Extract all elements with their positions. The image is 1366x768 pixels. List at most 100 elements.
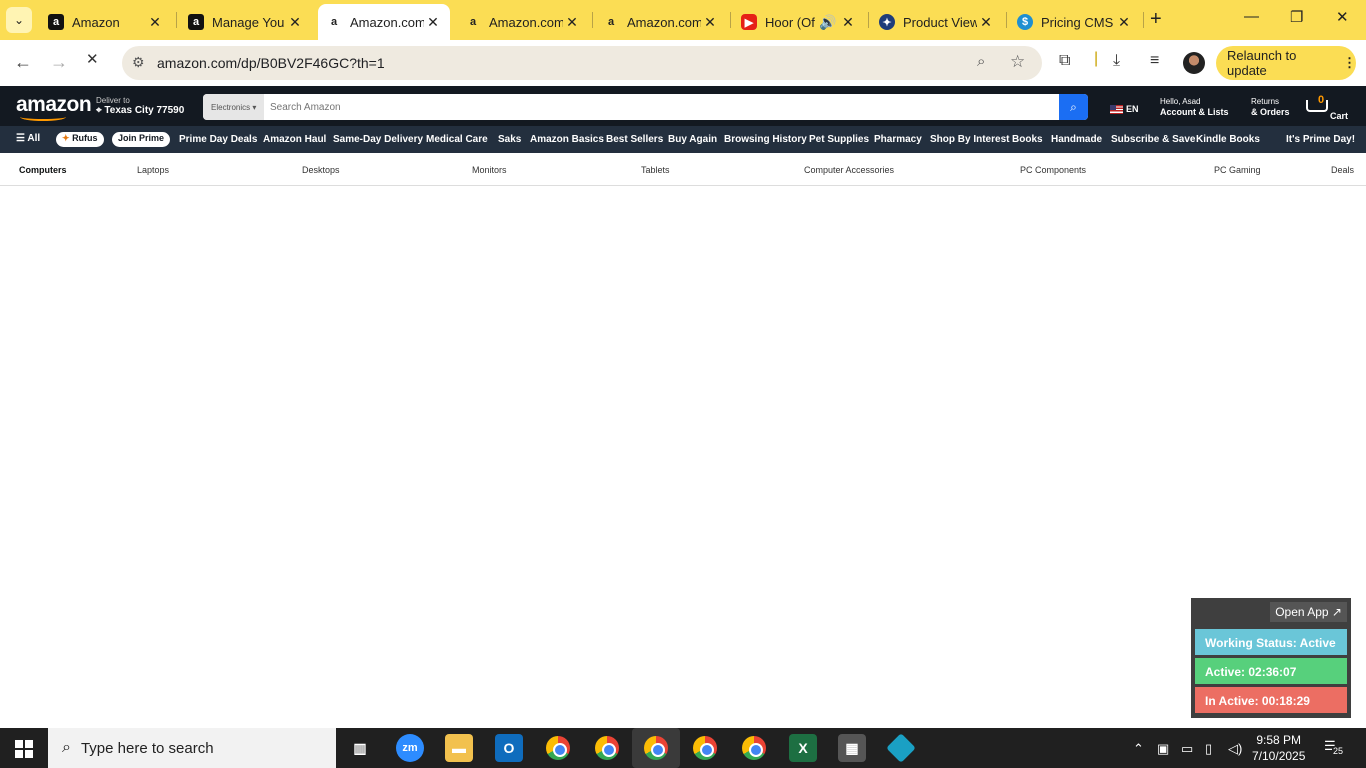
subnav-item[interactable]: Pharmacy <box>874 134 922 145</box>
amazon-logo[interactable]: amazon <box>16 93 92 121</box>
address-bar[interactable]: ⚙ amazon.com/dp/B0BV2F46GC?th=1 ⌕ ☆ <box>122 46 1042 80</box>
url-text[interactable]: amazon.com/dp/B0BV2F46GC?th=1 <box>157 55 385 71</box>
subnav-item[interactable]: Medical Care <box>426 134 488 145</box>
category-laptops[interactable]: Laptops <box>137 165 169 175</box>
all-label: All <box>27 133 41 144</box>
taskbar-search[interactable]: ⌕ Type here to search <box>48 728 336 768</box>
file-explorer-icon[interactable]: ▬ <box>445 734 473 762</box>
account-menu[interactable]: Hello, Asad Account & Lists <box>1160 97 1229 117</box>
all-menu-button[interactable]: ☰ All <box>16 133 40 144</box>
subnav-item[interactable]: Subscribe & Save <box>1111 134 1195 145</box>
tab-5[interactable]: a Amazon.com ✕ <box>595 4 727 40</box>
chrome-icon[interactable] <box>544 734 572 762</box>
subnav-item[interactable]: Buy Again <box>668 134 717 145</box>
chrome-icon[interactable] <box>740 734 768 762</box>
new-tab-button[interactable]: + <box>1150 8 1162 31</box>
category-desktops[interactable]: Desktops <box>302 165 340 175</box>
subnav-item[interactable]: Saks <box>498 134 521 145</box>
relaunch-button[interactable]: Relaunch to update ⋮ <box>1216 46 1356 80</box>
subnav-item[interactable]: Kindle Books <box>1196 134 1260 145</box>
tab-6[interactable]: ▶ Hoor (Of 🔊 ✕ <box>733 4 865 40</box>
outlook-icon[interactable]: O <box>495 734 523 762</box>
network-icon[interactable]: ▯ <box>1205 741 1212 757</box>
zoom-app-icon[interactable]: zm <box>396 734 424 762</box>
speaker-icon[interactable]: 🔊 <box>817 14 839 31</box>
tab-8[interactable]: $ Pricing CMS ✕ <box>1009 4 1141 40</box>
profile-avatar[interactable] <box>1183 52 1205 74</box>
tab-7[interactable]: ✦ Product View ✕ <box>871 4 1003 40</box>
notification-center[interactable]: ☰ 25 <box>1324 738 1345 756</box>
bookmark-star-icon[interactable]: ☆ <box>1010 52 1025 72</box>
restore-icon[interactable]: ❐ <box>1290 8 1303 26</box>
tab-title: Pricing CMS <box>1041 14 1114 30</box>
subnav-item[interactable]: Shop By Interest <box>930 134 1009 145</box>
task-view-icon[interactable]: ▥ <box>346 734 374 762</box>
close-icon[interactable]: ✕ <box>1115 14 1133 31</box>
subnav-item[interactable]: Handmade <box>1051 134 1102 145</box>
returns-orders[interactable]: Returns & Orders <box>1251 97 1290 117</box>
app-diamond-icon[interactable] <box>886 733 916 763</box>
prime-day-promo[interactable]: It's Prime Day! <box>1286 134 1355 145</box>
tab-4[interactable]: a Amazon.com ✕ <box>457 4 589 40</box>
close-icon[interactable]: ✕ <box>701 14 719 31</box>
media-control-icon[interactable]: ≡ <box>1150 52 1159 70</box>
cart-label: Cart <box>1330 111 1349 121</box>
tab-separator <box>1006 12 1007 28</box>
close-icon[interactable]: ✕ <box>424 14 442 31</box>
subnav-item[interactable]: Prime Day Deals <box>179 134 257 145</box>
chrome-icon[interactable] <box>691 734 719 762</box>
tab-3-active[interactable]: a Amazon.com ✕ <box>318 4 450 40</box>
chrome-icon[interactable] <box>593 734 621 762</box>
tab-1[interactable]: a Amazon ✕ <box>40 4 172 40</box>
category-pc-components[interactable]: PC Components <box>1020 165 1086 175</box>
battery-icon[interactable]: ▭ <box>1181 741 1193 757</box>
close-icon[interactable]: ✕ <box>286 14 304 31</box>
subnav-item[interactable]: Books <box>1012 134 1043 145</box>
system-clock[interactable]: 9:58 PM 7/10/2025 <box>1252 732 1305 764</box>
volume-icon[interactable]: ◁) <box>1228 741 1242 757</box>
category-computers[interactable]: Computers <box>19 165 67 175</box>
tray-app-icon[interactable]: ▣ <box>1157 741 1169 757</box>
zoom-icon[interactable]: ⌕ <box>977 53 985 70</box>
calculator-icon[interactable]: ▦ <box>838 734 866 762</box>
tab-search-button[interactable]: ⌄ <box>6 7 32 33</box>
category-monitors[interactable]: Monitors <box>472 165 507 175</box>
search-category-select[interactable]: Electronics ▾ <box>203 94 264 120</box>
window-close-icon[interactable]: ✕ <box>1336 8 1349 26</box>
forward-arrow-icon[interactable]: → <box>50 52 68 73</box>
chevron-up-icon[interactable]: ⌃ <box>1133 741 1144 757</box>
more-menu-icon[interactable]: ⋮ <box>1343 55 1356 71</box>
subnav-item[interactable]: Amazon Haul <box>263 134 326 145</box>
close-icon[interactable]: ✕ <box>839 14 857 31</box>
subnav-item[interactable]: Best Sellers <box>606 134 663 145</box>
excel-icon[interactable]: X <box>789 734 817 762</box>
close-icon[interactable]: ✕ <box>146 14 164 31</box>
stop-loading-icon[interactable]: ✕ <box>86 52 100 67</box>
tab-2[interactable]: a Manage You ✕ <box>180 4 312 40</box>
category-tablets[interactable]: Tablets <box>641 165 670 175</box>
notification-count: 25 <box>1332 746 1345 756</box>
category-computer-accessories[interactable]: Computer Accessories <box>804 165 894 175</box>
category-deals[interactable]: Deals <box>1331 165 1354 175</box>
chrome-active-icon[interactable] <box>632 728 680 768</box>
close-icon[interactable]: ✕ <box>563 14 581 31</box>
search-button[interactable]: ⌕ <box>1059 94 1088 120</box>
open-app-button[interactable]: Open App ↗ <box>1270 602 1347 622</box>
subnav-item[interactable]: Pet Supplies <box>809 134 869 145</box>
site-info-icon[interactable]: ⚙ <box>132 54 145 71</box>
language-selector[interactable]: EN <box>1110 104 1139 114</box>
windows-start-icon[interactable] <box>15 740 33 758</box>
search-input[interactable] <box>264 94 1060 120</box>
join-prime-button[interactable]: Join Prime <box>112 132 171 147</box>
category-pc-gaming[interactable]: PC Gaming <box>1214 165 1261 175</box>
subnav-item[interactable]: Same-Day Delivery <box>333 134 423 145</box>
extensions-icon[interactable]: ⧉ <box>1059 52 1070 70</box>
back-arrow-icon[interactable]: ← <box>14 52 32 73</box>
rufus-button[interactable]: ✦ Rufus <box>56 132 104 147</box>
close-icon[interactable]: ✕ <box>977 14 995 31</box>
subnav-item[interactable]: Browsing History <box>724 134 807 145</box>
minimize-icon[interactable]: — <box>1244 8 1259 25</box>
download-icon[interactable]: ⤓ <box>1113 52 1120 70</box>
subnav-item[interactable]: Amazon Basics <box>530 134 604 145</box>
deliver-to[interactable]: Deliver to ⌖ Texas City 77590 <box>96 96 184 116</box>
